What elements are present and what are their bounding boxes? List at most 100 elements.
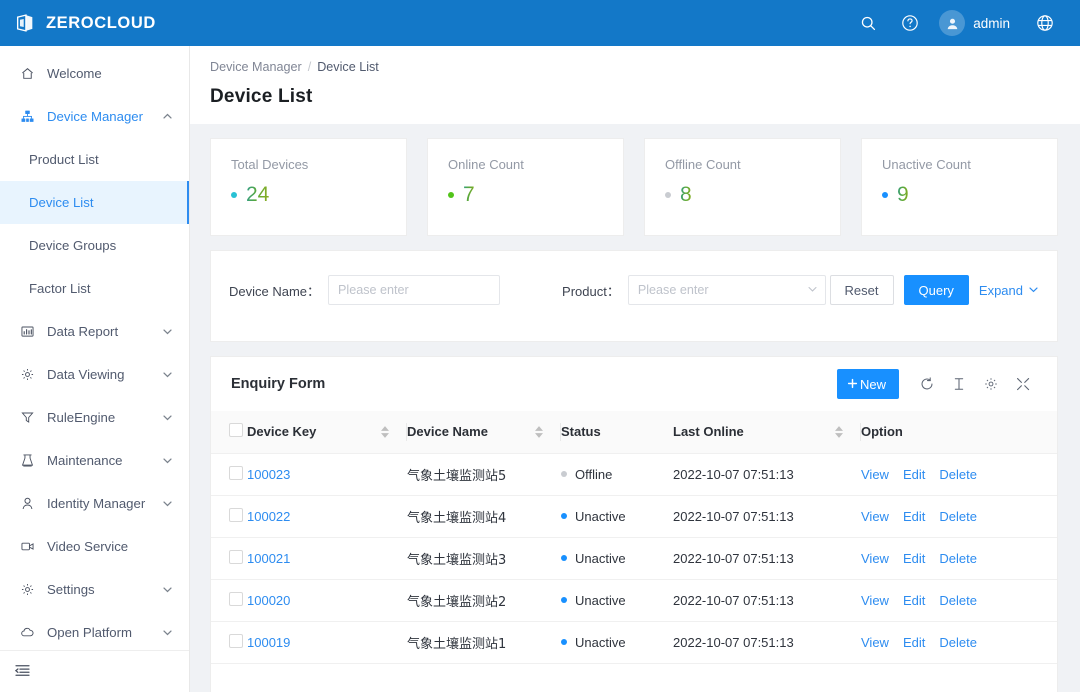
select-all-checkbox[interactable] [229,423,243,438]
question-circle-icon[interactable] [889,0,931,46]
cell-last-online: 2022-10-07 07:51:13 [673,621,861,664]
search-icon[interactable] [847,0,889,46]
stat-card-total-devices: Total Devices 24 [210,138,407,236]
breadcrumb-parent[interactable]: Device Manager [210,60,302,74]
row-checkbox[interactable] [229,633,243,648]
breadcrumb-separator: / [307,60,312,74]
table-row[interactable]: 100022 气象土壤监测站4 Unactive 2022-10-07 07:5… [211,495,1057,538]
row-checkbox[interactable] [229,549,243,564]
delete-link[interactable]: Delete [939,551,977,566]
sidebar-item-open-platform[interactable]: Open Platform [0,611,189,650]
cell-status: Unactive [561,495,673,538]
caret-down-icon [835,432,843,438]
caret-up-icon [535,425,543,431]
device-key-link[interactable]: 100022 [247,509,290,524]
content-area: Total Devices 24 Online Count 7 Offline … [190,124,1080,692]
view-link[interactable]: View [861,551,889,566]
brand-title: ZEROCLOUD [46,13,156,32]
edit-link[interactable]: Edit [903,593,925,608]
row-density-icon[interactable] [943,369,975,399]
row-checkbox[interactable] [229,507,243,522]
edit-link[interactable]: Edit [903,467,925,482]
column-label: Last Online [673,424,744,440]
cell-device-key: 100019 [247,621,407,664]
sidebar-item-video-service[interactable]: Video Service [0,525,189,568]
sort-toggle-last-online[interactable] [835,425,843,438]
device-name-input[interactable] [328,275,501,305]
fullscreen-icon[interactable] [1007,369,1039,399]
avatar [939,10,966,36]
new-button[interactable]: New [836,369,899,399]
sort-toggle-device-key[interactable] [381,425,389,438]
sidebar-item-welcome[interactable]: Welcome [0,52,189,95]
sidebar-item-data-viewing[interactable]: Data Viewing [0,353,189,396]
sidebar-item-settings[interactable]: Settings [0,568,189,611]
delete-link[interactable]: Delete [939,467,977,482]
edit-link[interactable]: Edit [903,509,925,524]
chevron-down-icon [1028,283,1039,298]
globe-icon[interactable] [1024,0,1066,46]
column-settings-gear-icon[interactable] [975,369,1007,399]
expand-toggle[interactable]: Expand [979,283,1039,298]
row-select-cell [211,537,247,580]
cell-options: View Edit Delete [861,495,1057,538]
device-key-link[interactable]: 100020 [247,593,290,608]
status-label: Unactive [575,508,626,524]
row-checkbox[interactable] [229,591,243,606]
refresh-icon[interactable] [911,369,943,399]
sidebar-item-label: Data Report [47,324,119,339]
table-row[interactable]: 100021 气象土壤监测站3 Unactive 2022-10-07 07:5… [211,537,1057,580]
column-label: Device Key [247,424,317,440]
page-title: Device List [210,86,313,107]
table-row[interactable]: 100020 气象土壤监测站2 Unactive 2022-10-07 07:5… [211,579,1057,622]
edit-link[interactable]: Edit [903,635,925,650]
chevron-down-icon [162,455,173,466]
sidebar-item-maintenance[interactable]: Maintenance [0,439,189,482]
sort-toggle-device-name[interactable] [535,425,543,438]
table-row[interactable]: 100019 气象土壤监测站1 Unactive 2022-10-07 07:5… [211,621,1057,664]
cell-last-online: 2022-10-07 07:51:13 [673,579,861,622]
caret-down-icon [381,432,389,438]
sidebar-item-data-report[interactable]: Data Report [0,310,189,353]
query-button[interactable]: Query [903,275,969,305]
view-link[interactable]: View [861,593,889,608]
person-icon [18,495,36,513]
view-link[interactable]: View [861,635,889,650]
sidebar-item-ruleengine[interactable]: RuleEngine [0,396,189,439]
device-key-link[interactable]: 100023 [247,467,290,482]
status-label: Unactive [575,634,626,650]
delete-link[interactable]: Delete [939,509,977,524]
chevron-down-icon [162,627,173,638]
delete-link[interactable]: Delete [939,635,977,650]
stat-value-row: 24 [231,184,386,205]
sidebar-item-product-list[interactable]: Product List [0,138,189,181]
device-key-link[interactable]: 100021 [247,551,290,566]
sidebar-item-factor-list[interactable]: Factor List [0,267,189,310]
table-row[interactable]: 100023 气象土壤监测站5 Offline 2022-10-07 07:51… [211,453,1057,496]
user-menu[interactable]: admin [931,0,1024,46]
expand-label: Expand [978,282,1023,298]
chevron-up-icon [162,111,173,122]
cell-options: View Edit Delete [861,537,1057,580]
sidebar-collapse-button[interactable] [0,650,189,692]
view-link[interactable]: View [861,509,889,524]
cell-status: Unactive [561,621,673,664]
stat-label: Unactive Count [882,157,971,172]
status-dot-icon [665,191,671,198]
brand-area[interactable]: ZEROCLOUD [0,12,190,34]
product-select-wrap [627,275,826,305]
status-label: Offline [575,466,613,482]
sidebar-item-device-manager[interactable]: Device Manager [0,95,189,138]
device-key-link[interactable]: 100019 [247,635,290,650]
sidebar-item-device-groups[interactable]: Device Groups [0,224,189,267]
sidebar-item-identity-manager[interactable]: Identity Manager [0,482,189,525]
cell-device-key: 100020 [247,579,407,622]
view-link[interactable]: View [861,467,889,482]
edit-link[interactable]: Edit [903,551,925,566]
chevron-down-icon [162,369,173,380]
product-select-input[interactable] [627,275,826,305]
sidebar-item-device-list[interactable]: Device List [0,181,189,224]
row-checkbox[interactable] [229,465,243,480]
delete-link[interactable]: Delete [939,593,977,608]
reset-button[interactable]: Reset [829,275,894,305]
